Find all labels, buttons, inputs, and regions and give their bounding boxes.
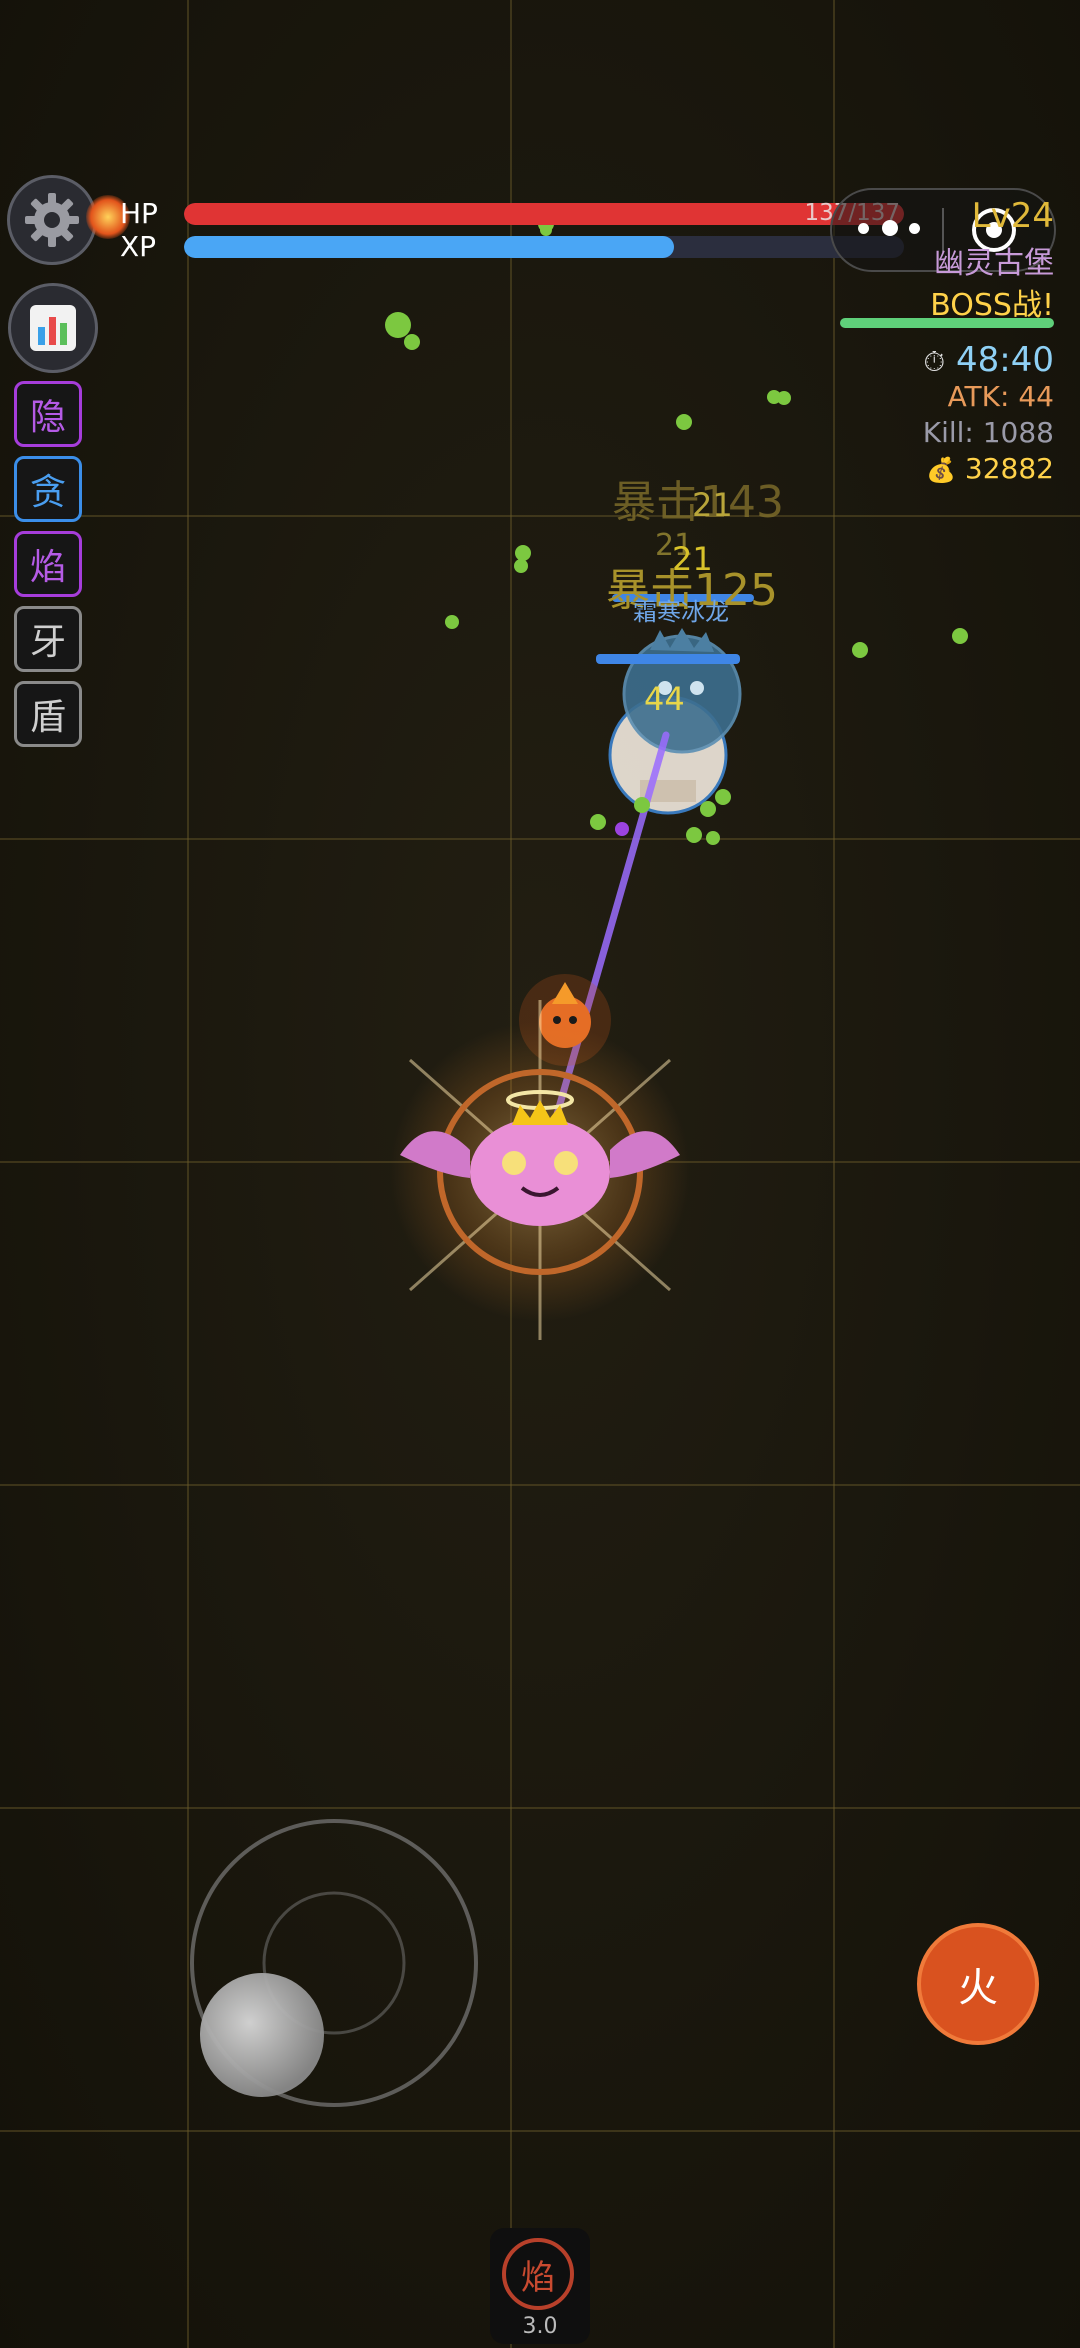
xp-orb bbox=[514, 559, 528, 573]
xp-orb bbox=[540, 224, 552, 236]
xp-orb bbox=[852, 642, 868, 658]
xp-orb bbox=[706, 831, 720, 845]
xp-orb bbox=[952, 628, 968, 644]
xp-label: XP bbox=[120, 230, 157, 263]
xp-orb bbox=[634, 797, 650, 813]
xp-bar-fill bbox=[184, 236, 674, 258]
kill-count: Kill: 1088 bbox=[922, 416, 1054, 449]
xp-orb bbox=[404, 334, 420, 350]
xp-orb bbox=[676, 414, 692, 430]
skill-slot-icon: 焰 bbox=[502, 2238, 574, 2310]
xp-orb bbox=[700, 801, 716, 817]
timer-value: 48:40 bbox=[956, 340, 1054, 380]
gear-icon bbox=[25, 193, 79, 247]
money-bag-icon: 💰 bbox=[926, 456, 957, 484]
xp-orb bbox=[777, 391, 791, 405]
more-dots-icon[interactable] bbox=[858, 214, 920, 244]
atk-label: ATK: 44 bbox=[947, 380, 1054, 413]
xp-bar bbox=[184, 236, 904, 258]
xp-orb bbox=[686, 827, 702, 843]
stopwatch-icon: ⏱ bbox=[923, 345, 946, 378]
damage-text: 21 bbox=[692, 486, 733, 524]
skill-chip-greed[interactable]: 贪 bbox=[14, 456, 82, 522]
settings-button[interactable] bbox=[7, 175, 97, 265]
skill-chip-hide[interactable]: 隐 bbox=[14, 381, 82, 447]
bar-chart-icon bbox=[30, 305, 76, 351]
stats-button[interactable] bbox=[8, 283, 98, 373]
timer-row: ⏱ 48:40 bbox=[923, 340, 1054, 380]
boss-hp-bar bbox=[840, 318, 1054, 328]
joystick-knob[interactable] bbox=[200, 1973, 324, 2097]
xp-orb bbox=[385, 312, 411, 338]
xp-orb bbox=[715, 789, 731, 805]
boss-name: 霜寒冰龙 bbox=[633, 598, 729, 626]
damage-text: 44 bbox=[644, 680, 685, 718]
fire-button[interactable]: 火 bbox=[917, 1923, 1039, 2045]
xp-orb bbox=[515, 545, 531, 561]
skill-chip-flame[interactable]: 焰 bbox=[14, 531, 82, 597]
xp-orb bbox=[445, 615, 459, 629]
skill-chip-fang[interactable]: 牙 bbox=[14, 606, 82, 672]
skill-chip-shield[interactable]: 盾 bbox=[14, 681, 82, 747]
skill-slot[interactable]: 焰 3.0 bbox=[490, 2228, 590, 2344]
skill-slot-cooldown: 3.0 bbox=[522, 2314, 558, 2339]
gold-row: 💰 32882 bbox=[926, 452, 1054, 485]
projectile bbox=[615, 822, 629, 836]
stage-name: 幽灵古堡 bbox=[934, 246, 1054, 281]
level-label: Lv24 bbox=[971, 196, 1054, 236]
hp-label: HP bbox=[120, 197, 158, 230]
xp-orb bbox=[590, 814, 606, 830]
gold-value: 32882 bbox=[964, 452, 1054, 485]
